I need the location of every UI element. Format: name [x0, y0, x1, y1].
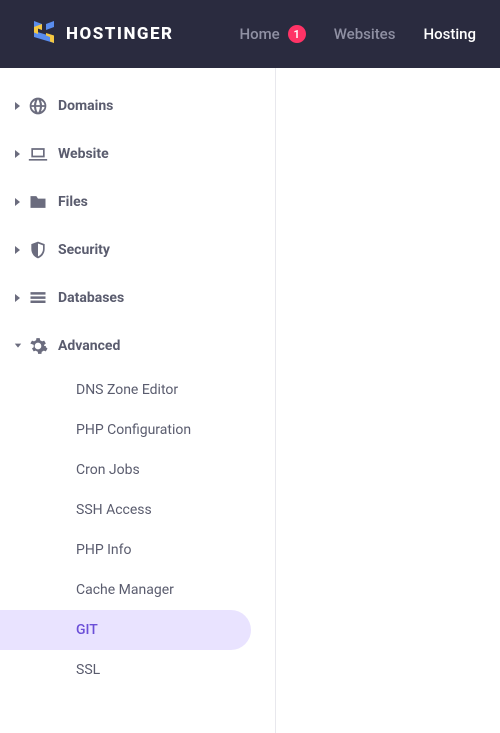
sidebar-item-files[interactable]: Files: [0, 178, 275, 226]
folder-icon: [28, 192, 58, 212]
nav-home[interactable]: Home 1: [239, 25, 305, 43]
nav-hosting-label: Hosting: [423, 25, 476, 43]
chevron-right-icon: [0, 149, 28, 159]
nav-websites[interactable]: Websites: [334, 25, 396, 43]
chevron-right-icon: [0, 197, 28, 207]
submenu-item-dns-zone-editor[interactable]: DNS Zone Editor: [0, 370, 251, 410]
submenu-item-ssl[interactable]: SSL: [0, 650, 251, 690]
submenu-item-cache-manager[interactable]: Cache Manager: [0, 570, 251, 610]
sidebar-item-label: Advanced: [58, 338, 120, 354]
sidebar-item-advanced[interactable]: Advanced: [0, 322, 275, 370]
nav-home-badge: 1: [288, 25, 306, 43]
sidebar-item-label: Domains: [58, 98, 113, 114]
sidebar-item-label: Website: [58, 146, 109, 162]
shield-icon: [28, 240, 58, 260]
main: Domains Website Files Security Databases…: [0, 68, 500, 733]
chevron-right-icon: [0, 293, 28, 303]
submenu-item-ssh-access[interactable]: SSH Access: [0, 490, 251, 530]
top-nav: Home 1 Websites Hosting: [239, 25, 476, 43]
laptop-icon: [28, 144, 58, 164]
logo-icon: [32, 19, 56, 49]
sidebar-item-website[interactable]: Website: [0, 130, 275, 178]
submenu-item-cron-jobs[interactable]: Cron Jobs: [0, 450, 251, 490]
database-icon: [28, 288, 58, 308]
chevron-down-icon: [0, 341, 28, 351]
submenu-item-php-configuration[interactable]: PHP Configuration: [0, 410, 251, 450]
sidebar-item-domains[interactable]: Domains: [0, 82, 275, 130]
brand-logo[interactable]: HOSTINGER: [32, 19, 174, 49]
header: HOSTINGER Home 1 Websites Hosting: [0, 0, 500, 68]
nav-websites-label: Websites: [334, 25, 396, 43]
sidebar-item-label: Databases: [58, 290, 124, 306]
chevron-right-icon: [0, 101, 28, 111]
nav-hosting[interactable]: Hosting: [423, 25, 476, 43]
submenu-item-php-info[interactable]: PHP Info: [0, 530, 251, 570]
sidebar-item-label: Files: [58, 194, 88, 210]
chevron-right-icon: [0, 245, 28, 255]
gear-icon: [28, 336, 58, 356]
sidebar-item-security[interactable]: Security: [0, 226, 275, 274]
content-area: [276, 68, 500, 733]
globe-icon: [28, 96, 58, 116]
sidebar-item-label: Security: [58, 242, 110, 258]
nav-home-label: Home: [239, 25, 279, 43]
submenu-advanced: DNS Zone Editor PHP Configuration Cron J…: [0, 370, 275, 690]
submenu-item-git[interactable]: GIT: [0, 610, 251, 650]
sidebar: Domains Website Files Security Databases…: [0, 68, 276, 733]
brand-name: HOSTINGER: [66, 24, 174, 44]
sidebar-item-databases[interactable]: Databases: [0, 274, 275, 322]
